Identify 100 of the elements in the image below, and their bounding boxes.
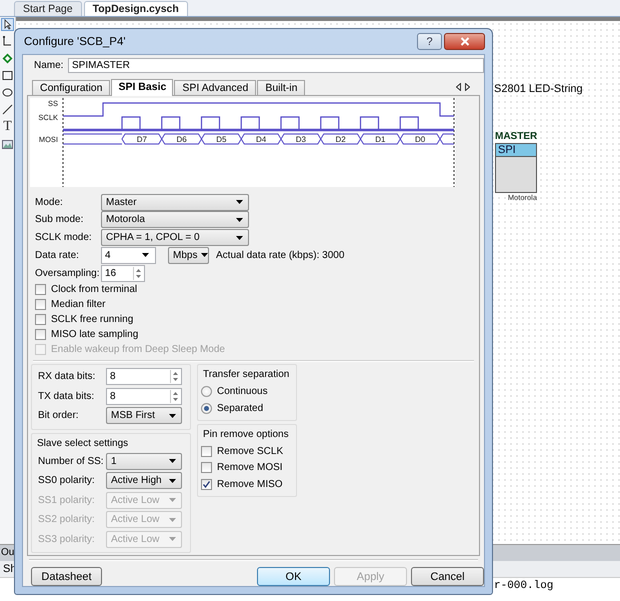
dropdown[interactable]: 1: [106, 452, 182, 470]
spinner-field[interactable]: 8: [106, 388, 182, 405]
caret-icon: [236, 218, 243, 222]
field-label: SCLK mode:: [35, 232, 93, 244]
spi-component-block[interactable]: SPI: [495, 143, 537, 193]
data-bit-cell: [360, 134, 401, 144]
radio-label: Separated: [217, 403, 264, 414]
dropdown[interactable]: Motorola: [101, 211, 249, 228]
spinner-field[interactable]: 16: [101, 264, 145, 282]
dropdown[interactable]: CPHA = 1, CPOL = 0: [101, 229, 249, 246]
line-icon[interactable]: [2, 104, 13, 115]
field-label: RX data bits:: [37, 371, 96, 382]
checkbox-label: MISO late sampling: [51, 329, 138, 340]
radio-button[interactable]: [201, 386, 212, 398]
checkbox[interactable]: [201, 446, 212, 457]
combo-box[interactable]: 4: [101, 246, 156, 264]
document-tab[interactable]: TopDesign.cysch: [84, 1, 188, 16]
spin-arrows-icon: [133, 266, 143, 280]
checkbox[interactable]: [35, 284, 46, 296]
checkbox-label: Remove MISO: [217, 478, 283, 490]
checkbox[interactable]: [35, 299, 46, 310]
caret-icon: [142, 253, 149, 258]
bit-label: D3: [296, 135, 306, 144]
field-label: SS3 polarity:: [37, 534, 96, 545]
spin-arrows-icon: [170, 390, 180, 403]
document-tab[interactable]: Start Page: [14, 1, 82, 16]
ellipse-icon[interactable]: [2, 87, 13, 98]
radio-label: Continuous: [217, 386, 268, 398]
field-label: Number of SS:: [37, 456, 105, 467]
checkbox-label: Median filter: [51, 299, 106, 310]
wire-icon[interactable]: [2, 36, 13, 47]
image-icon[interactable]: [2, 139, 13, 150]
window-title: Configure 'SCB_P4': [23, 36, 127, 48]
bit-label: D5: [216, 135, 226, 144]
group-title: Slave select settings: [36, 436, 130, 451]
log-line: r-000.log: [494, 580, 554, 592]
bit-label: D6: [176, 135, 187, 144]
scroll-right-icon[interactable]: [465, 82, 470, 90]
data-rate-reading: Actual data rate (kbps): 3000: [216, 250, 344, 261]
diamond-icon[interactable]: [2, 53, 13, 64]
component-name: MASTER: [495, 131, 537, 143]
checkbox[interactable]: [35, 314, 46, 326]
checkbox-label: Enable wakeup from Deep Sleep Mode: [51, 344, 225, 356]
dropdown[interactable]: Active High: [106, 472, 182, 490]
dropdown[interactable]: MSB First: [106, 407, 182, 424]
field-label: SS1 polarity:: [37, 494, 96, 506]
dialog-button[interactable]: OK: [257, 567, 330, 586]
caret-icon: [236, 200, 243, 204]
data-bit-cell: [121, 134, 162, 144]
unit-dropdown[interactable]: Mbps: [168, 246, 209, 264]
bit-label: D7: [136, 135, 147, 144]
data-bit-cell: [280, 134, 322, 144]
data-bit-cell: [161, 134, 202, 144]
name-label: Name:: [34, 60, 64, 70]
dropdown[interactable]: Master: [101, 194, 249, 211]
caret-icon: [236, 236, 243, 240]
checkbox-label: SCLK free running: [51, 314, 134, 326]
caret-icon: [169, 518, 176, 522]
caret-icon: [169, 537, 176, 542]
help-button[interactable]: ?: [417, 33, 442, 50]
pointer-icon[interactable]: [2, 19, 13, 30]
field-label: Mode:: [35, 196, 64, 208]
data-bit-cell: [400, 134, 441, 144]
checkbox-label: Clock from terminal: [51, 284, 138, 296]
bit-label: D0: [415, 135, 426, 144]
field-label: SS0 polarity:: [37, 475, 96, 486]
data-bit-cell: [200, 134, 242, 144]
data-bit-cell: [320, 134, 362, 144]
rectangle-icon[interactable]: [2, 70, 13, 81]
caret-icon: [169, 459, 176, 464]
component-label: S2801 LED-String: [494, 83, 583, 95]
close-button[interactable]: [444, 33, 485, 50]
caret-icon: [169, 478, 176, 483]
checkbox-label: Remove MOSI: [217, 462, 283, 474]
dialog-button[interactable]: Datasheet: [31, 567, 102, 586]
bit-label: D4: [256, 135, 266, 144]
data-bit-cell: [240, 134, 282, 144]
spin-arrows-icon: [170, 370, 180, 384]
scroll-left-icon[interactable]: [456, 82, 461, 90]
checkbox-label: Remove SCLK: [217, 446, 284, 457]
close-icon: [460, 37, 470, 46]
text-tool[interactable]: T: [3, 121, 12, 133]
field-label: Bit order:: [37, 410, 80, 422]
tab[interactable]: Built-in: [257, 80, 306, 95]
bit-label: D1: [375, 135, 386, 144]
spinner-field[interactable]: 8: [106, 368, 182, 386]
tab[interactable]: SPI Basic: [111, 79, 174, 96]
checkbox[interactable]: [35, 329, 46, 340]
tab[interactable]: SPI Advanced: [174, 80, 256, 95]
caret-icon: [169, 498, 176, 502]
dialog-button[interactable]: Cancel: [411, 567, 484, 586]
field-label: SS2 polarity:: [37, 514, 96, 526]
field-label: Sub mode:: [35, 214, 84, 226]
tab[interactable]: Configuration: [32, 80, 110, 95]
checkbox[interactable]: [201, 462, 212, 474]
checkbox[interactable]: [201, 478, 212, 490]
name-field[interactable]: SPIMASTER: [68, 58, 484, 72]
radio-button[interactable]: [201, 403, 212, 414]
output-tab[interactable]: Ou: [1, 547, 14, 558]
bit-label: D2: [336, 135, 346, 144]
